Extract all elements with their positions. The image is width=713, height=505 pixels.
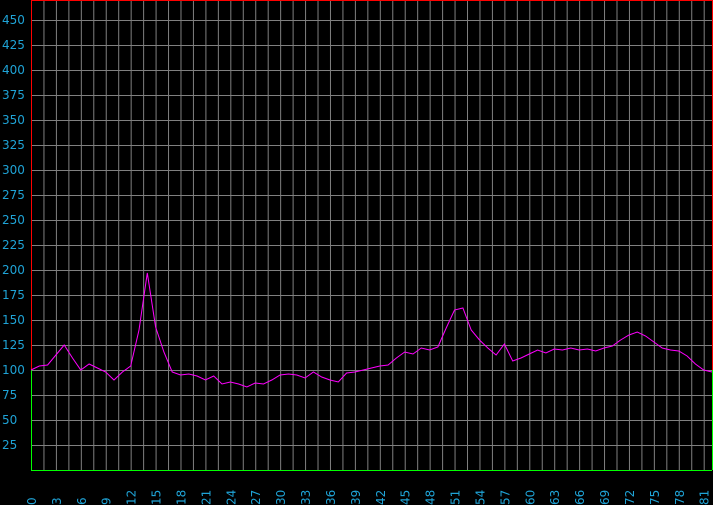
x-tick-label: 27 — [249, 490, 263, 505]
x-tick-label: 9 — [100, 497, 114, 505]
x-tick-label: 12 — [125, 490, 139, 505]
x-tick-label: 21 — [199, 490, 213, 505]
y-tick-label: 350 — [2, 113, 25, 127]
y-tick-label: 75 — [2, 388, 17, 402]
y-tick-label: 225 — [2, 238, 25, 252]
x-tick-label: 24 — [224, 490, 238, 505]
x-tick-label: 60 — [523, 490, 537, 505]
y-tick-label: 25 — [2, 438, 17, 452]
x-tick-label: 39 — [349, 490, 363, 505]
plot-background — [0, 0, 713, 505]
y-tick-label: 375 — [2, 88, 25, 102]
x-tick-label: 3 — [50, 497, 64, 505]
x-tick-label: 36 — [324, 490, 338, 505]
y-tick-label: 450 — [2, 13, 25, 27]
x-tick-label: 6 — [75, 497, 89, 505]
x-tick-label: 75 — [648, 490, 662, 505]
x-tick-label: 66 — [573, 490, 587, 505]
y-tick-label: 175 — [2, 288, 25, 302]
y-tick-label: 150 — [2, 313, 25, 327]
x-tick-label: 45 — [399, 490, 413, 505]
x-tick-label: 33 — [299, 490, 313, 505]
x-tick-label: 42 — [374, 490, 388, 505]
line-chart: 2550751001251501752002252502753003253503… — [0, 0, 713, 505]
y-tick-label: 125 — [2, 338, 25, 352]
y-tick-label: 425 — [2, 38, 25, 52]
x-tick-label: 72 — [623, 490, 637, 505]
y-tick-label: 400 — [2, 63, 25, 77]
y-tick-label: 100 — [2, 363, 25, 377]
x-tick-label: 0 — [25, 497, 39, 505]
y-tick-label: 300 — [2, 163, 25, 177]
x-tick-label: 81 — [698, 490, 712, 505]
y-tick-label: 200 — [2, 263, 25, 277]
x-tick-label: 30 — [274, 490, 288, 505]
y-tick-label: 50 — [2, 413, 17, 427]
y-tick-label: 275 — [2, 188, 25, 202]
x-tick-label: 57 — [498, 490, 512, 505]
x-tick-label: 15 — [150, 490, 164, 505]
y-tick-label: 325 — [2, 138, 25, 152]
x-tick-label: 18 — [174, 490, 188, 505]
x-tick-label: 48 — [424, 490, 438, 505]
y-tick-label: 250 — [2, 213, 25, 227]
x-tick-label: 54 — [473, 490, 487, 505]
x-tick-label: 63 — [548, 490, 562, 505]
x-tick-label: 69 — [598, 490, 612, 505]
x-tick-label: 78 — [673, 490, 687, 505]
x-tick-label: 51 — [449, 490, 463, 505]
